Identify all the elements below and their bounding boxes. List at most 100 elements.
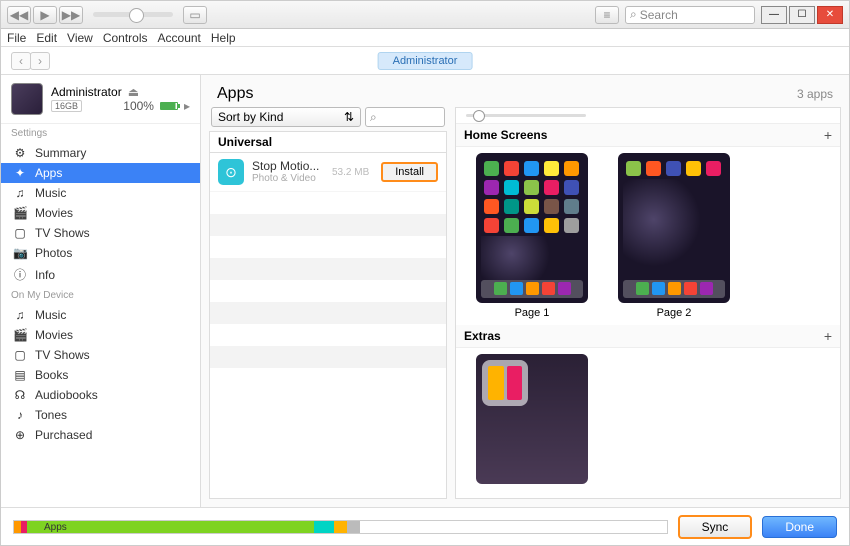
sidebar-item-tv-shows[interactable]: ▢ TV Shows xyxy=(1,345,200,365)
sidebar-item-label: Tones xyxy=(35,408,67,422)
chevron-updown-icon: ⇅ xyxy=(344,110,354,124)
sidebar-item-music[interactable]: ♫ Music xyxy=(1,305,200,325)
navigation-bar: ‹ › Administrator xyxy=(1,47,849,75)
sidebar-item-icon: ☊ xyxy=(13,388,27,402)
sidebar-item-movies[interactable]: 🎬 Movies xyxy=(1,325,200,345)
storage-bar: Apps xyxy=(13,520,668,534)
sidebar-item-label: Purchased xyxy=(35,428,92,442)
home-screens-heading: Home Screens xyxy=(464,128,547,142)
sidebar-item-icon: ♪ xyxy=(13,408,27,422)
sidebar-item-label: Info xyxy=(35,268,55,282)
battery-percent: 100% xyxy=(123,99,154,113)
back-button[interactable]: ‹ xyxy=(11,52,31,70)
minimize-button[interactable]: — xyxy=(761,6,787,24)
sidebar-item-icon: ♫ xyxy=(13,186,27,200)
next-button[interactable]: ▶▶ xyxy=(59,6,83,24)
airplay-button[interactable]: ▭ xyxy=(183,6,207,24)
menu-view[interactable]: View xyxy=(67,31,93,45)
sidebar-item-label: Music xyxy=(35,308,66,322)
play-button[interactable]: ▶ xyxy=(33,6,57,24)
search-icon: ⌕ xyxy=(370,110,377,125)
app-row[interactable]: ⊙ Stop Motio... Photo & Video 53.2 MB In… xyxy=(210,153,446,192)
app-name: Stop Motio... xyxy=(252,159,324,173)
sidebar-item-label: Music xyxy=(35,186,66,200)
sidebar-item-label: Photos xyxy=(35,246,72,260)
battery-icon xyxy=(160,102,178,110)
menu-file[interactable]: File xyxy=(7,31,26,45)
device-thumbnail xyxy=(11,83,43,115)
menu-account[interactable]: Account xyxy=(158,31,201,45)
sidebar-item-tv-shows[interactable]: ▢TV Shows xyxy=(1,223,200,243)
sync-button[interactable]: Sync xyxy=(678,515,753,539)
menu-controls[interactable]: Controls xyxy=(103,31,148,45)
sidebar-item-icon: 🎬 xyxy=(13,328,27,342)
menu-bar: File Edit View Controls Account Help xyxy=(1,29,849,47)
device-capacity: 16GB xyxy=(51,100,82,112)
app-list: ⊙ Stop Motio... Photo & Video 53.2 MB In… xyxy=(209,152,447,499)
sidebar-item-movies[interactable]: 🎬 Movies xyxy=(1,203,200,223)
search-icon: ⌕ xyxy=(630,7,637,22)
storage-label: Apps xyxy=(44,521,67,533)
menu-help[interactable]: Help xyxy=(211,31,236,45)
page-title: Apps xyxy=(217,85,253,103)
sidebar-item-purchased[interactable]: ⊕Purchased xyxy=(1,425,200,445)
sidebar-item-icon: ⚙ xyxy=(13,146,27,160)
sidebar-item-icon: ▤ xyxy=(13,368,27,382)
sidebar-item-label: TV Shows xyxy=(35,348,90,362)
device-header: Administrator⏏ 16GB100%▸ xyxy=(1,75,200,124)
sidebar-item-label: Apps xyxy=(35,166,62,180)
sidebar-item-audiobooks[interactable]: ☊ Audiobooks xyxy=(1,385,200,405)
sidebar-item-label: TV Shows xyxy=(35,226,90,240)
prev-button[interactable]: ◀◀ xyxy=(7,6,31,24)
volume-slider[interactable] xyxy=(93,12,173,17)
sidebar-item-icon: ▢ xyxy=(13,348,27,362)
sidebar-item-label: Movies xyxy=(35,328,73,342)
sidebar-item-info[interactable]: ⓘ Info xyxy=(1,263,200,286)
titlebar: ◀◀ ▶ ▶▶ ▭ ≡ ⌕Search — ☐ ✕ xyxy=(1,1,849,29)
sidebar-item-icon: 🎬 xyxy=(13,206,27,220)
menu-edit[interactable]: Edit xyxy=(36,31,57,45)
sidebar-item-icon: ✦ xyxy=(13,166,27,180)
sidebar-item-apps[interactable]: ✦ Apps xyxy=(1,163,200,183)
sidebar-item-books[interactable]: ▤ Books xyxy=(1,365,200,385)
footer-bar: Apps Sync Done xyxy=(1,507,849,545)
sidebar-item-label: Movies xyxy=(35,206,73,220)
sidebar-item-label: Audiobooks xyxy=(35,388,98,402)
sidebar-item-music[interactable]: ♫ Music xyxy=(1,183,200,203)
sidebar-item-summary[interactable]: ⚙ Summary xyxy=(1,143,200,163)
zoom-slider[interactable] xyxy=(456,108,840,124)
done-button[interactable]: Done xyxy=(762,516,837,538)
extras-folder[interactable] xyxy=(476,354,588,484)
sidebar-item-icon: 📷 xyxy=(13,246,27,260)
app-icon: ⊙ xyxy=(218,159,244,185)
global-search-input[interactable]: ⌕Search xyxy=(625,6,755,24)
playback-controls: ◀◀ ▶ ▶▶ ▭ xyxy=(7,6,207,24)
add-page-button[interactable]: + xyxy=(824,127,832,143)
sidebar: Administrator⏏ 16GB100%▸ Settings ⚙Summa… xyxy=(1,75,201,507)
forward-button[interactable]: › xyxy=(30,52,50,70)
install-button[interactable]: Install xyxy=(381,162,438,182)
sidebar-item-label: Books xyxy=(35,368,68,382)
on-device-heading: On My Device xyxy=(1,286,200,305)
sidebar-item-label: Summary xyxy=(35,146,86,160)
list-view-button[interactable]: ≡ xyxy=(595,6,619,24)
sidebar-item-photos[interactable]: 📷 Photos xyxy=(1,243,200,263)
home-screen-page-2[interactable]: Page 2 xyxy=(618,153,730,319)
app-size: 53.2 MB xyxy=(332,167,369,178)
settings-heading: Settings xyxy=(1,124,200,143)
sidebar-item-icon: ♫ xyxy=(13,308,27,322)
extras-heading: Extras xyxy=(464,329,501,343)
app-count: 3 apps xyxy=(797,87,833,101)
home-screen-page-1[interactable]: Page 1 xyxy=(476,153,588,319)
apps-search-input[interactable]: ⌕ xyxy=(365,107,445,127)
add-extras-button[interactable]: + xyxy=(824,328,832,344)
context-pill[interactable]: Administrator xyxy=(378,52,473,70)
maximize-button[interactable]: ☐ xyxy=(789,6,815,24)
sidebar-item-tones[interactable]: ♪ Tones xyxy=(1,405,200,425)
device-name: Administrator xyxy=(51,85,122,99)
sort-dropdown[interactable]: Sort by Kind⇅ xyxy=(211,107,361,127)
group-header-universal: Universal xyxy=(209,131,447,152)
sidebar-item-icon: ⓘ xyxy=(13,266,27,283)
close-button[interactable]: ✕ xyxy=(817,6,843,24)
eject-icon[interactable]: ⏏ xyxy=(128,85,139,99)
